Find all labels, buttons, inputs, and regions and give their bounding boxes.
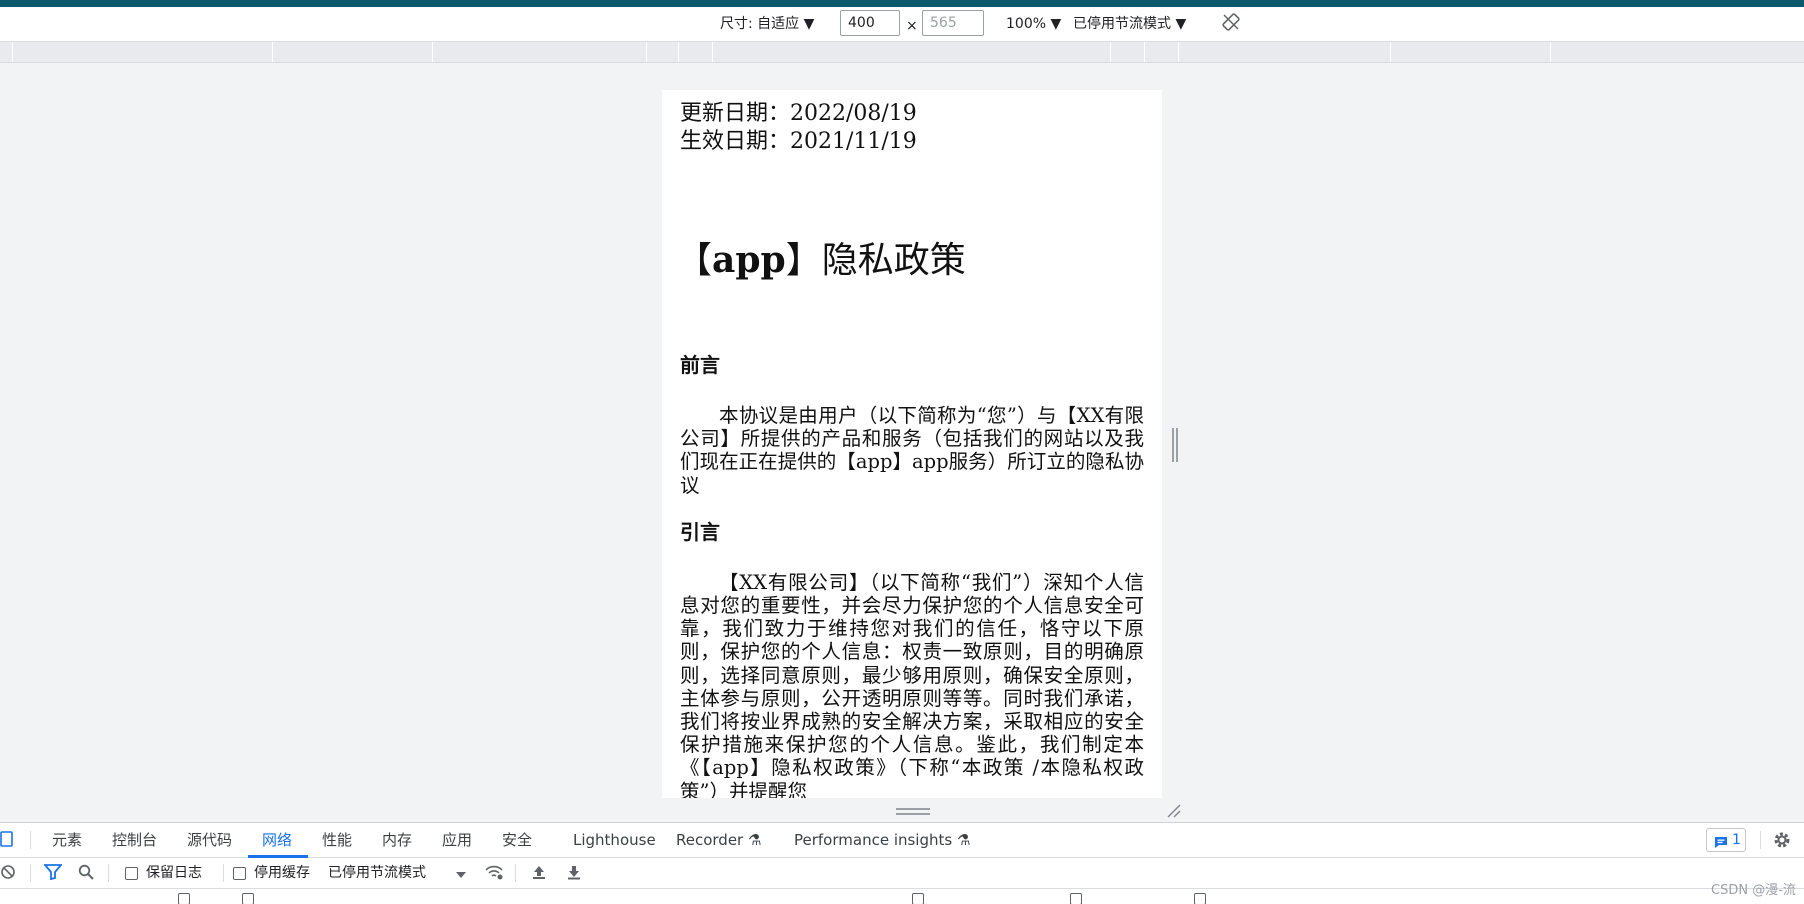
tab-sources[interactable]: 源代码 — [187, 831, 232, 849]
clear-icon[interactable] — [0, 864, 16, 885]
device-viewport: 更新日期：2022/08/19 生效日期：2021/11/19 【app】隐私政… — [662, 90, 1162, 798]
disable-cache-checkbox[interactable] — [233, 867, 246, 880]
preserve-log-checkbox[interactable] — [125, 867, 138, 880]
gear-icon[interactable] — [1772, 830, 1792, 854]
section-heading-preface: 前言 — [680, 353, 720, 377]
preface-paragraph: 本协议是由用户（以下简称为“您”）与【XX有限公司】所提供的产品和服务（包括我们… — [680, 404, 1144, 497]
tab-memory[interactable]: 内存 — [382, 831, 412, 849]
issues-badge[interactable]: 1 — [1706, 828, 1746, 852]
bottom-resize-handle[interactable] — [896, 808, 930, 816]
privacy-document: 更新日期：2022/08/19 生效日期：2021/11/19 【app】隐私政… — [662, 90, 1162, 798]
right-resize-handle[interactable] — [1172, 428, 1178, 462]
media-query-ruler — [0, 42, 1804, 63]
import-har-icon[interactable] — [531, 864, 547, 885]
flask-icon: ⚗ — [956, 831, 971, 849]
tab-elements[interactable]: 元素 — [52, 831, 82, 849]
zoom-dropdown[interactable]: 100% ▼ — [1006, 14, 1061, 34]
tab-performance-insights-label: Performance insights — [794, 831, 953, 849]
blocked-cookies-checkbox[interactable] — [912, 893, 924, 904]
updated-date: 更新日期：2022/08/19 — [680, 101, 917, 126]
page-title: 【app】隐私政策 — [676, 238, 1144, 283]
title-rest: 】隐私政策 — [785, 240, 966, 281]
third-party-checkbox[interactable] — [1194, 893, 1206, 904]
title-app: app — [712, 239, 786, 281]
export-har-icon[interactable] — [566, 864, 582, 885]
tab-application[interactable]: 应用 — [442, 831, 472, 849]
dimensions-dropdown[interactable]: 尺寸: 自适应 ▼ — [720, 14, 814, 34]
message-icon — [1714, 834, 1728, 856]
title-bracket: 【 — [676, 240, 713, 281]
tab-recorder[interactable]: Recorder ⚗ — [676, 831, 761, 849]
wifi-settings-icon[interactable] — [484, 864, 504, 885]
network-throttling-select[interactable]: 已停用节流模式 — [328, 864, 426, 882]
throttling-dropdown[interactable]: 已停用节流模式 ▼ — [1073, 14, 1186, 34]
corner-resize-handle[interactable] — [1165, 802, 1181, 818]
intro-paragraph: 【XX有限公司】（以下简称“我们”）深知个人信息对您的重要性，并会尽力保护您的个… — [680, 570, 1144, 798]
tab-console[interactable]: 控制台 — [112, 831, 157, 849]
issues-count: 1 — [1732, 832, 1741, 848]
device-width-input[interactable]: 400 — [840, 10, 900, 36]
filter-icon[interactable] — [43, 864, 63, 885]
network-throttling-label: 已停用节流模式 — [328, 865, 426, 881]
rotate-icon[interactable] — [1222, 13, 1240, 37]
invert-checkbox[interactable] — [178, 893, 190, 904]
device-height-input[interactable]: 565 — [922, 10, 984, 36]
preserve-log-label: 保留日志 — [146, 865, 202, 881]
watermark: CSDN @漫-流 — [1711, 883, 1796, 898]
network-filter-row — [0, 889, 1804, 904]
device-toggle-icon[interactable] — [0, 830, 16, 852]
tab-performance[interactable]: 性能 — [322, 831, 352, 849]
tab-security[interactable]: 安全 — [502, 831, 532, 849]
flask-icon: ⚗ — [748, 831, 762, 849]
tab-recorder-label: Recorder — [676, 831, 744, 849]
devtools-tab-bar: 元素 控制台 源代码 网络 性能 内存 应用 安全 Lighthouse Rec… — [0, 823, 1804, 858]
disable-cache-label: 停用缓存 — [254, 865, 310, 881]
network-toolbar: 保留日志 停用缓存 已停用节流模式 — [0, 858, 1804, 889]
devtools-panel: 元素 控制台 源代码 网络 性能 内存 应用 安全 Lighthouse Rec… — [0, 822, 1804, 904]
hide-data-urls-checkbox[interactable] — [242, 893, 254, 904]
tab-lighthouse[interactable]: Lighthouse — [573, 831, 656, 849]
window-top-bar — [0, 0, 1804, 7]
blocked-requests-checkbox[interactable] — [1070, 893, 1082, 904]
search-icon[interactable] — [78, 864, 94, 885]
effective-date: 生效日期：2021/11/19 — [680, 129, 917, 154]
dimension-times-sign: × — [906, 18, 918, 34]
tab-performance-insights[interactable]: Performance insights ⚗ — [794, 831, 970, 849]
section-heading-intro: 引言 — [680, 519, 720, 544]
tab-network[interactable]: 网络 — [262, 831, 292, 849]
device-toolbar: 尺寸: 自适应 ▼ 400 × 565 100% ▼ 已停用节流模式 ▼ — [0, 7, 1804, 42]
chevron-down-icon[interactable] — [455, 867, 467, 885]
